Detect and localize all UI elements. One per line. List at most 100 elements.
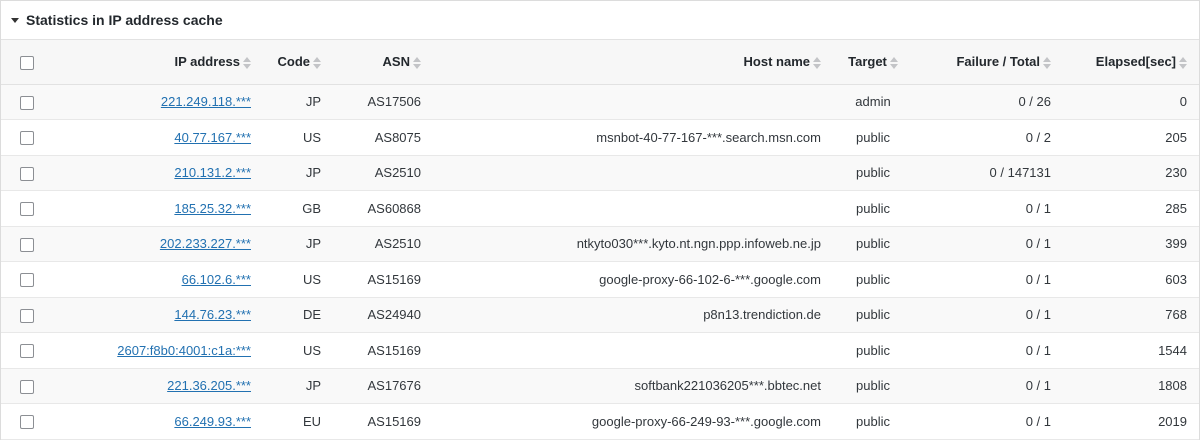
- ip-link[interactable]: 40.77.167.***: [174, 130, 251, 145]
- target-cell: public: [856, 271, 890, 287]
- asn-cell: AS17506: [367, 94, 422, 110]
- row-select-cell: [1, 155, 53, 191]
- host-cell: msnbot-40-77-167-***.search.msn.com: [596, 129, 821, 145]
- table-row: 40.77.167.*** US AS8075 msnbot-40-77-167…: [1, 119, 1199, 156]
- ip-link[interactable]: 221.36.205.***: [167, 378, 251, 393]
- target-cell: public: [856, 236, 890, 252]
- row-checkbox[interactable]: [20, 202, 34, 217]
- target-cell: public: [856, 307, 890, 323]
- failure-cell: 0 / 147131: [989, 165, 1051, 181]
- target-cell: public: [856, 413, 890, 429]
- ip-link[interactable]: 221.249.118.***: [161, 94, 251, 109]
- row-checkbox[interactable]: [20, 308, 34, 323]
- col-target[interactable]: Target: [833, 40, 913, 84]
- col-host-name[interactable]: Host name: [433, 40, 833, 84]
- row-checkbox[interactable]: [20, 344, 34, 359]
- row-checkbox[interactable]: [20, 166, 34, 181]
- row-select-cell: [1, 84, 53, 120]
- select-all-checkbox[interactable]: [20, 55, 34, 70]
- ip-cell: 210.131.2.***: [53, 155, 263, 191]
- ip-cell: 221.36.205.***: [53, 368, 263, 404]
- ip-link[interactable]: 2607:f8b0:4001:c1a:***: [117, 343, 251, 358]
- table-row: 66.102.6.*** US AS15169 google-proxy-66-…: [1, 261, 1199, 298]
- row-select-cell: [1, 333, 53, 369]
- code-cell: JP: [305, 378, 321, 394]
- code-cell: JP: [305, 94, 321, 110]
- table-header-row: IP address Code ASN Host name Target Fai…: [1, 40, 1199, 84]
- sort-icon: [313, 56, 321, 69]
- row-checkbox[interactable]: [20, 131, 34, 146]
- row-select-cell: [1, 226, 53, 262]
- host-cell: [433, 333, 833, 369]
- table-row: 202.233.227.*** JP AS2510 ntkyto030***.k…: [1, 226, 1199, 262]
- col-target-label: Target: [848, 54, 887, 70]
- ip-link[interactable]: 210.131.2.***: [174, 165, 251, 180]
- sort-icon: [813, 56, 821, 69]
- col-host-name-label: Host name: [743, 54, 810, 70]
- failure-cell: 0 / 1: [1025, 271, 1051, 287]
- elapsed-cell: 230: [1165, 165, 1187, 181]
- row-checkbox[interactable]: [20, 95, 34, 110]
- host-cell: [433, 191, 833, 227]
- table-body: 221.249.118.*** JP AS17506 admin 0 / 26 …: [1, 84, 1199, 439]
- elapsed-cell: 0: [1179, 94, 1187, 110]
- sort-icon: [243, 56, 251, 69]
- ip-link[interactable]: 66.102.6.***: [182, 272, 251, 287]
- ip-cell: 66.102.6.***: [53, 262, 263, 298]
- panel-header[interactable]: Statistics in IP address cache: [1, 1, 1199, 40]
- panel-title: Statistics in IP address cache: [26, 12, 223, 28]
- target-cell: public: [856, 129, 890, 145]
- failure-cell: 0 / 1: [1025, 200, 1051, 216]
- col-elapsed-label: Elapsed[sec]: [1095, 54, 1176, 70]
- row-checkbox[interactable]: [20, 379, 34, 394]
- code-cell: US: [302, 129, 321, 145]
- ip-link[interactable]: 185.25.32.***: [174, 201, 251, 216]
- ip-link[interactable]: 66.249.93.***: [174, 414, 251, 429]
- row-checkbox[interactable]: [20, 273, 34, 288]
- asn-cell: AS24940: [367, 307, 422, 323]
- col-ip-address[interactable]: IP address: [53, 40, 263, 84]
- col-asn[interactable]: ASN: [333, 40, 433, 84]
- col-code[interactable]: Code: [263, 40, 333, 84]
- asn-cell: AS17676: [367, 378, 422, 394]
- col-code-label: Code: [277, 54, 311, 70]
- elapsed-cell: 285: [1165, 200, 1187, 216]
- sort-icon: [1043, 56, 1051, 69]
- ip-cache-panel: Statistics in IP address cache IP addres…: [0, 0, 1200, 440]
- row-checkbox[interactable]: [20, 415, 34, 430]
- ip-link[interactable]: 202.233.227.***: [160, 236, 251, 251]
- table-row: 185.25.32.*** GB AS60868 public 0 / 1 28…: [1, 190, 1199, 227]
- ip-cache-table: IP address Code ASN Host name Target Fai…: [1, 40, 1199, 440]
- row-select-cell: [1, 262, 53, 298]
- failure-cell: 0 / 2: [1025, 129, 1051, 145]
- host-cell: softbank221036205***.bbtec.net: [634, 378, 822, 394]
- col-failure-total[interactable]: Failure / Total: [913, 40, 1063, 84]
- target-cell: public: [856, 342, 890, 358]
- failure-cell: 0 / 26: [1018, 94, 1051, 110]
- failure-cell: 0 / 1: [1025, 236, 1051, 252]
- elapsed-cell: 2019: [1158, 413, 1187, 429]
- code-cell: EU: [302, 413, 321, 429]
- collapse-toggle-icon[interactable]: [11, 17, 19, 23]
- code-cell: US: [302, 271, 321, 287]
- row-select-cell: [1, 404, 53, 440]
- elapsed-cell: 205: [1165, 129, 1187, 145]
- failure-cell: 0 / 1: [1025, 378, 1051, 394]
- ip-cell: 66.249.93.***: [53, 404, 263, 440]
- host-cell: google-proxy-66-249-93-***.google.com: [591, 413, 821, 429]
- ip-cell: 202.233.227.***: [53, 226, 263, 262]
- ip-cell: 40.77.167.***: [53, 120, 263, 156]
- failure-cell: 0 / 1: [1025, 342, 1051, 358]
- asn-cell: AS15169: [367, 271, 422, 287]
- asn-cell: AS60868: [367, 200, 422, 216]
- elapsed-cell: 1808: [1158, 378, 1187, 394]
- row-select-cell: [1, 120, 53, 156]
- ip-cell: 185.25.32.***: [53, 191, 263, 227]
- target-cell: public: [856, 378, 890, 394]
- row-checkbox[interactable]: [20, 237, 34, 252]
- ip-link[interactable]: 144.76.23.***: [174, 307, 251, 322]
- target-cell: public: [856, 200, 890, 216]
- table-row: 221.249.118.*** JP AS17506 admin 0 / 26 …: [1, 84, 1199, 120]
- ip-cell: 221.249.118.***: [53, 84, 263, 120]
- col-elapsed[interactable]: Elapsed[sec]: [1063, 40, 1199, 84]
